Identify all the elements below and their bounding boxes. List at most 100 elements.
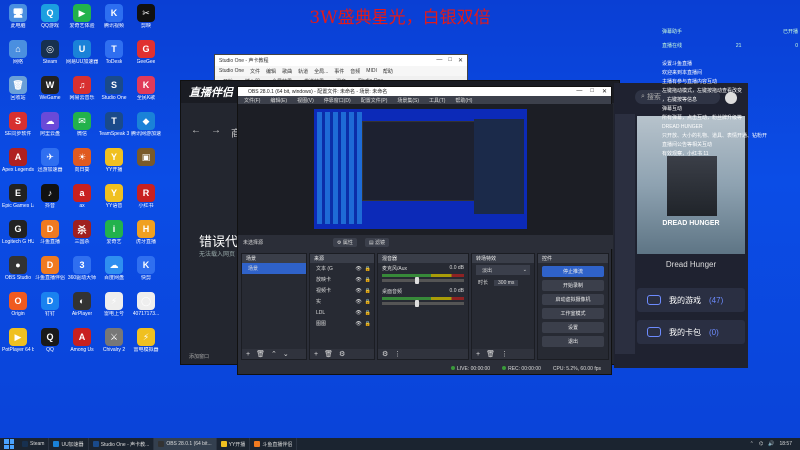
my-cards-button[interactable]: 我的卡包 (0) <box>637 320 745 344</box>
desktop-icon[interactable]: T TeamSpeak 3 <box>98 112 130 148</box>
taskbar-item[interactable]: 斗鱼直播伴侣 <box>250 438 298 450</box>
add-icon[interactable]: + <box>476 351 480 358</box>
taskbar-item[interactable]: Steam <box>18 438 50 450</box>
slider-handle[interactable] <box>414 300 419 307</box>
desktop-icon[interactable]: O Origin <box>2 292 34 328</box>
gear-icon[interactable]: ⚙ <box>339 350 345 358</box>
desktop-icon[interactable]: 杀三国杀 <box>66 220 98 256</box>
desktop-icon[interactable]: D 斗鱼直播 <box>34 220 66 256</box>
desktop-icon[interactable]: a ax <box>66 184 98 220</box>
scene-item[interactable]: 场景 <box>242 263 306 274</box>
desktop-icon[interactable]: ◎ Steam <box>34 40 66 76</box>
minimize-icon[interactable]: — <box>436 57 442 64</box>
desktop-icon[interactable]: 🖥 此电脑 <box>2 4 34 40</box>
desktop-icon[interactable]: ◐ AirPlayer <box>66 292 98 328</box>
back-arrow-icon[interactable]: ← <box>191 125 201 140</box>
desktop-icon[interactable]: H 虎牙直播 <box>130 220 162 256</box>
desktop-icon[interactable]: S SE同步软件 <box>2 112 34 148</box>
desktop-icon[interactable]: ⚡ 雷电上号 <box>98 292 130 328</box>
chevron-down-icon[interactable]: ⌄ <box>283 350 289 358</box>
taskbar-item[interactable]: YY开播 <box>217 438 251 450</box>
menu-item[interactable]: 全局... <box>314 68 328 75</box>
desktop-icon[interactable]: ☁ 阿里云盘 <box>34 112 66 148</box>
desktop-icon[interactable]: ✉ 微信 <box>66 112 98 148</box>
control-button[interactable]: 退出 <box>542 336 604 347</box>
chevron-up-icon[interactable]: ⌃ <box>271 350 277 358</box>
desktop-icon[interactable]: T ToDesk <box>98 40 130 76</box>
clock[interactable]: 18:57 <box>779 441 792 447</box>
desktop-icon[interactable]: K 快剪 <box>130 256 162 292</box>
taskbar-item[interactable]: Studio One - 声卡教... <box>89 438 155 450</box>
desktop-icon[interactable]: ▶ PotPlayer 64 bit <box>2 328 34 364</box>
lock-icon[interactable]: 🔒 <box>365 277 371 283</box>
desktop-icon[interactable]: ⌂ 网络 <box>2 40 34 76</box>
eye-icon[interactable]: 👁 <box>355 288 361 294</box>
obs-window[interactable]: OBS 28.0.1 (64 bit, windows) - 配置文件: 未命名… <box>237 86 613 375</box>
filters-button[interactable]: ▤ 滤镜 <box>364 237 390 247</box>
obs-titlebar[interactable]: OBS 28.0.1 (64 bit, windows) - 配置文件: 未命名… <box>238 87 611 96</box>
desktop-icon[interactable]: Q QQ游戏 <box>34 4 66 40</box>
desktop-icon[interactable]: S Studio One <box>98 76 130 112</box>
maximize-icon[interactable]: □ <box>590 88 594 95</box>
desktop-icon[interactable]: G GeeGee <box>130 40 162 76</box>
desktop-icon[interactable]: ☀ 向日葵 <box>66 148 98 184</box>
desktop-icon[interactable]: A Among Us <box>66 328 98 364</box>
my-games-button[interactable]: 我的游戏 (47) <box>637 288 745 312</box>
desktop-icon[interactable]: R 小红书 <box>130 184 162 220</box>
eye-icon[interactable]: 👁 <box>355 299 361 305</box>
eye-icon[interactable]: 👁 <box>355 266 361 272</box>
add-icon[interactable]: + <box>314 351 318 358</box>
desktop-icon[interactable]: ● OBS Studio <box>2 256 34 292</box>
taskbar-item[interactable]: UU加速器 <box>49 438 89 450</box>
add-icon[interactable]: + <box>246 351 250 358</box>
menu-item[interactable]: 配置文件(P) <box>361 97 388 104</box>
desktop-icon[interactable]: GLogitech G HUB <box>2 220 34 256</box>
menu-item[interactable]: MIDI <box>366 68 377 74</box>
menu-item[interactable]: 歌曲 <box>282 68 292 75</box>
desktop-icon[interactable]: ♫ 网易云音乐 <box>66 76 98 112</box>
source-item[interactable]: 实 👁 🔒 <box>310 296 374 307</box>
menu-item[interactable]: 轨道 <box>298 68 308 75</box>
menu-item[interactable]: 停靠窗口(D) <box>324 97 351 104</box>
control-button[interactable]: 工作室模式 <box>542 308 604 319</box>
menu-item[interactable]: 场景集(S) <box>397 97 419 104</box>
eye-icon[interactable]: 👁 <box>355 277 361 283</box>
obs-preview[interactable] <box>238 104 613 244</box>
menu-item[interactable]: 文件(F) <box>244 97 260 104</box>
menu-item[interactable]: Studio One <box>219 68 244 74</box>
desktop-icon[interactable]: 3 360驱动大师 <box>66 256 98 292</box>
trash-icon[interactable]: 🗑 <box>256 350 265 358</box>
desktop-icon[interactable]: ◯ 40717173... <box>130 292 162 328</box>
control-button[interactable]: 启动虚拟摄像机 <box>542 294 604 305</box>
desktop-icon[interactable]: W WeGame <box>34 76 66 112</box>
slider-handle[interactable] <box>414 277 419 284</box>
desktop-icon[interactable]: D 斗鱼直播伴侣 <box>34 256 66 292</box>
control-button[interactable]: 停止推流 <box>542 266 604 277</box>
desktop-icon[interactable]: K 腾讯视频 <box>98 4 130 40</box>
desktop-icon[interactable]: Q QQ <box>34 328 66 364</box>
menu-item[interactable]: 编辑(E) <box>270 97 287 104</box>
desktop-icon[interactable]: ◆ 腾讯网游加速 <box>130 112 162 148</box>
studio-one-titlebar[interactable]: Studio One - 声卡教程 — □ ✕ <box>215 55 467 66</box>
eye-icon[interactable]: 👁 <box>355 310 361 316</box>
menu-item[interactable]: 帮助 <box>383 68 393 75</box>
menu-item[interactable]: 帮助(H) <box>455 97 472 104</box>
control-button[interactable]: 开始录制 <box>542 280 604 291</box>
close-icon[interactable]: ✕ <box>458 57 463 64</box>
forward-arrow-icon[interactable]: → <box>211 125 221 140</box>
desktop-icon[interactable]: ⚡ 雷电模拟器 <box>130 328 162 364</box>
desktop-icon[interactable]: D 钉钉 <box>34 292 66 328</box>
source-item[interactable]: 视频卡 👁 🔒 <box>310 285 374 296</box>
more-icon[interactable]: ⋮ <box>394 350 401 358</box>
more-icon[interactable]: ⋮ <box>501 350 508 358</box>
lock-icon[interactable]: 🔒 <box>365 321 371 327</box>
eye-icon[interactable]: 👁 <box>355 321 361 327</box>
menu-item[interactable]: 视图(V) <box>297 97 314 104</box>
menu-item[interactable]: 工具(T) <box>429 97 445 104</box>
maximize-icon[interactable]: □ <box>448 57 452 64</box>
desktop-icon[interactable]: Y YY语音 <box>98 184 130 220</box>
volume-slider[interactable] <box>382 300 464 307</box>
desktop-icon[interactable]: i 爱奇艺 <box>98 220 130 256</box>
duration-input[interactable]: 300 ms <box>494 279 519 286</box>
menu-item[interactable]: 编辑 <box>266 68 276 75</box>
